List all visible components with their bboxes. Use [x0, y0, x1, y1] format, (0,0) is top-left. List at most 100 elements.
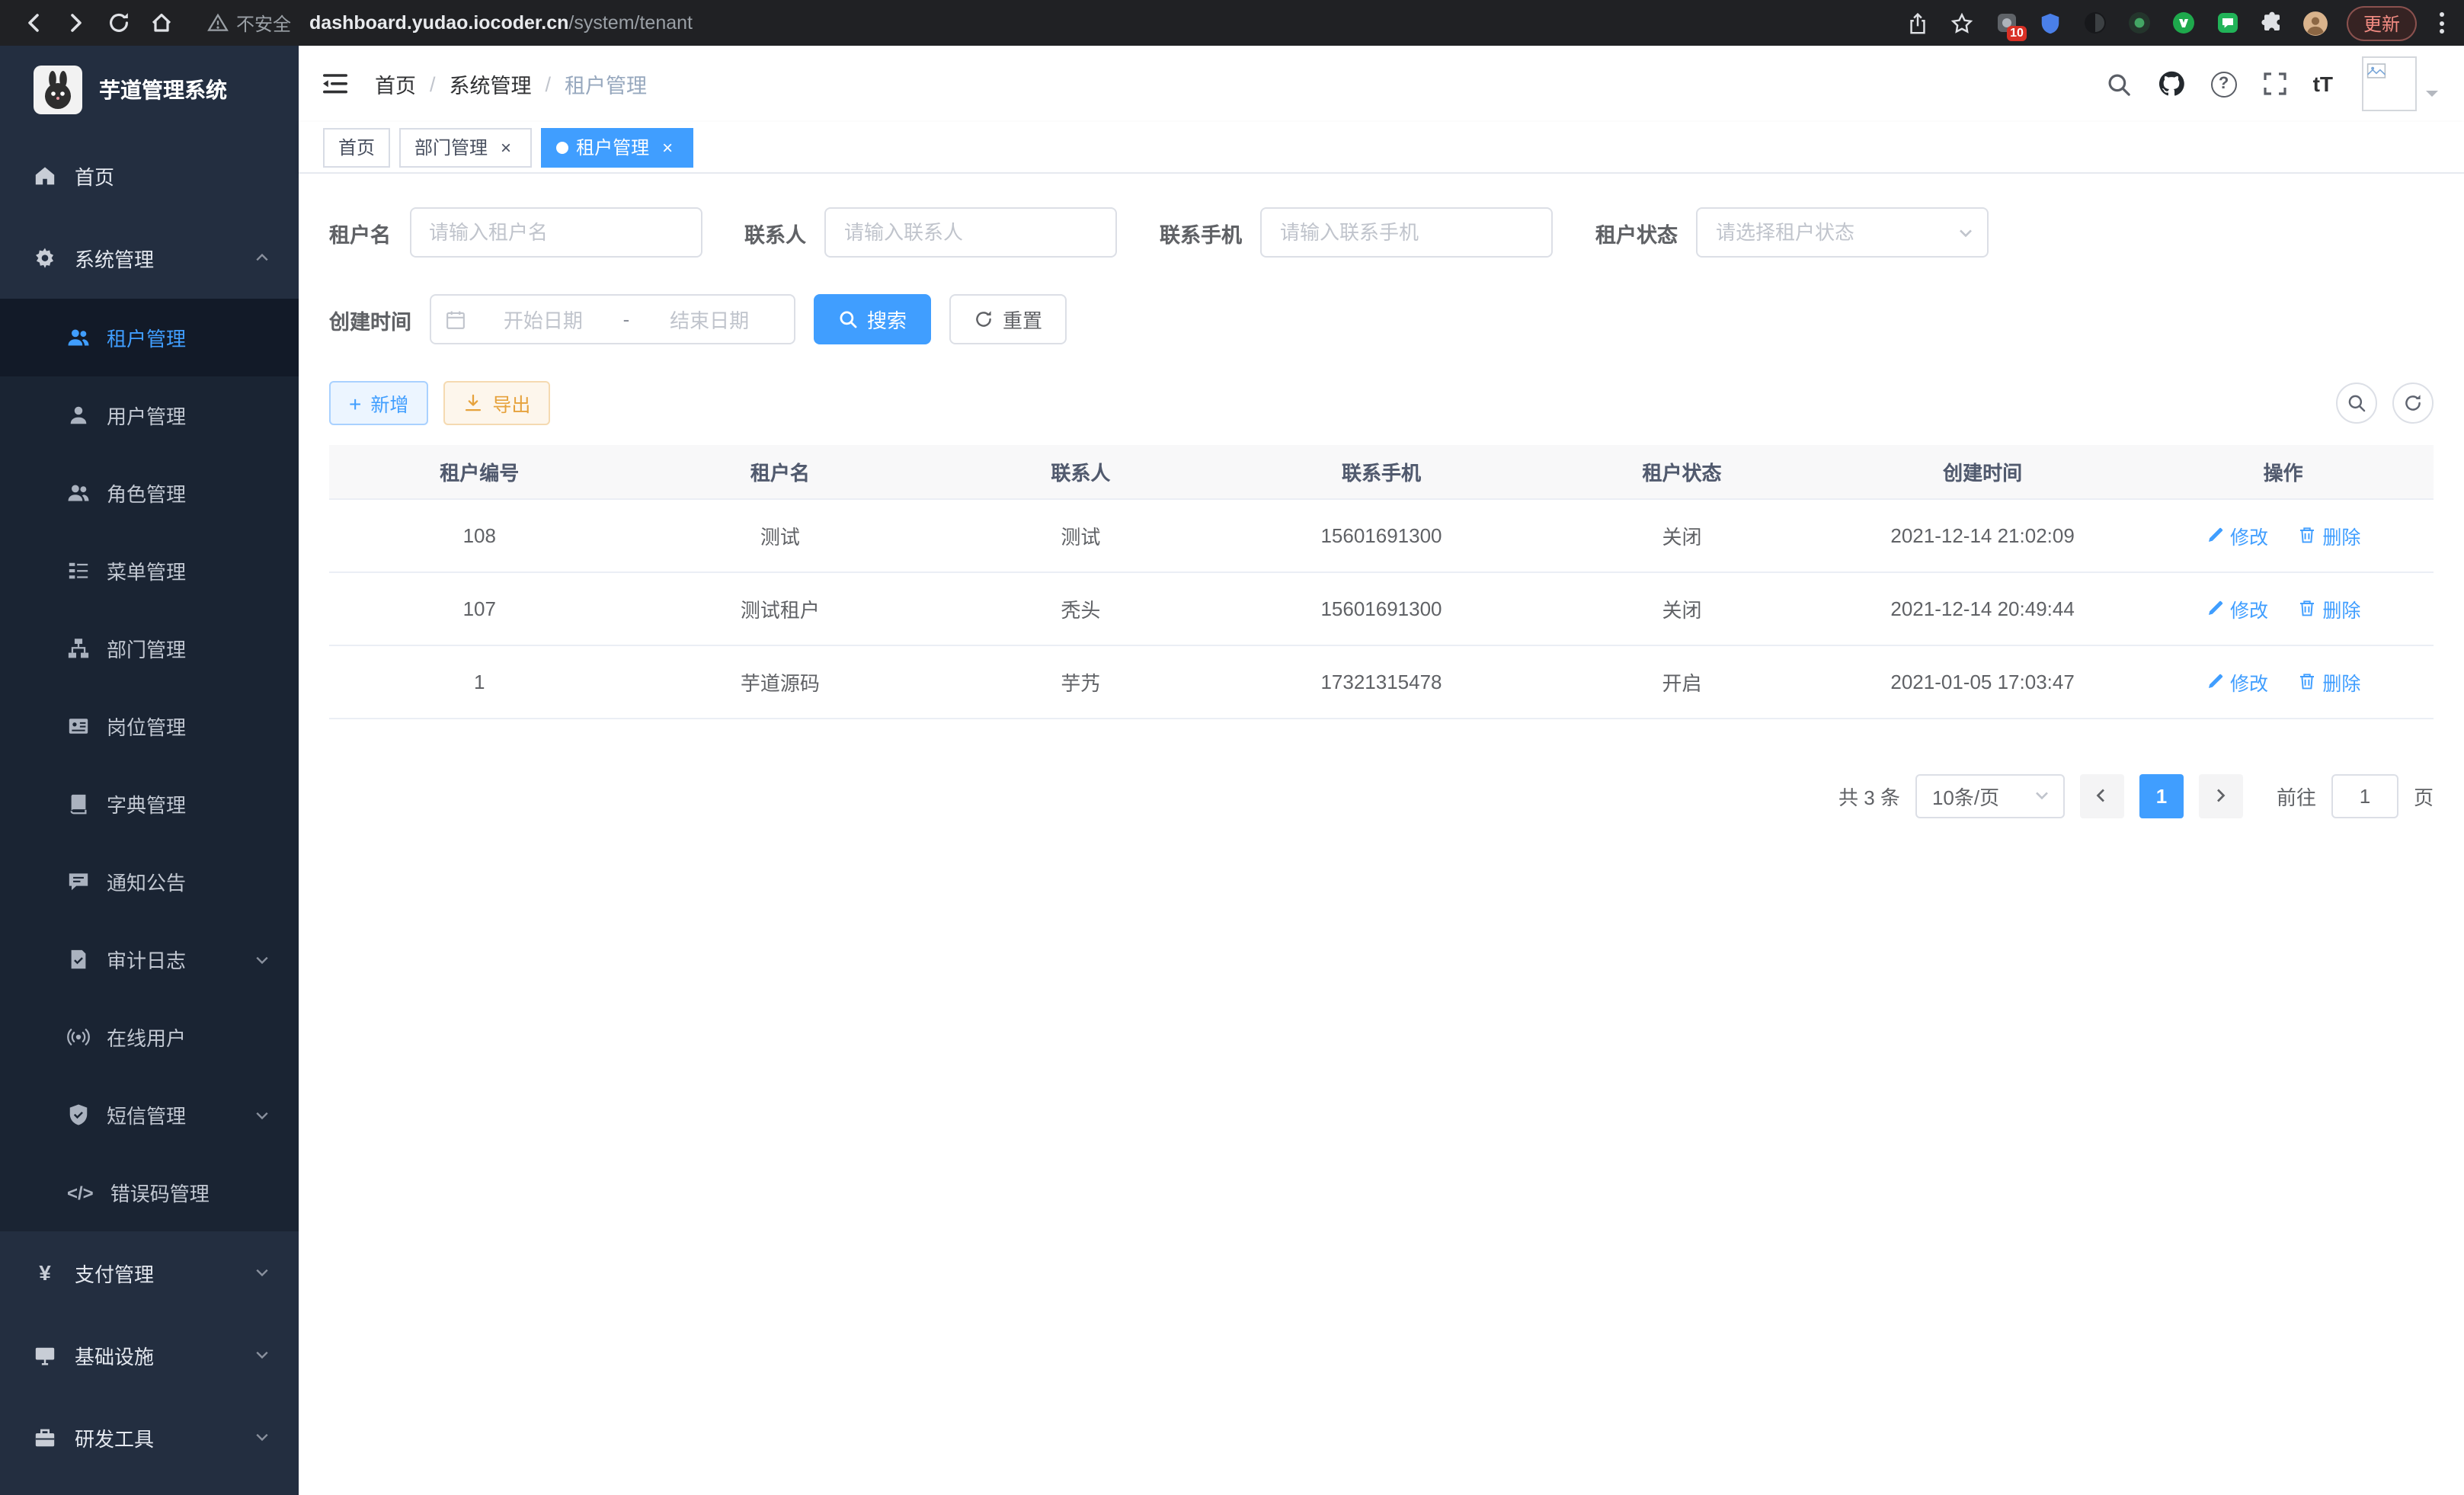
date-end-placeholder[interactable]: 结束日期: [638, 305, 780, 334]
chevron-up-icon: [253, 248, 271, 267]
export-button[interactable]: 导出: [443, 381, 550, 425]
tag-dept[interactable]: 部门管理 ×: [399, 127, 532, 167]
sidebar-item-label: 角色管理: [107, 479, 186, 507]
tag-home[interactable]: 首页: [323, 127, 390, 167]
cell-actions: 修改 删除: [2133, 498, 2434, 571]
date-start-placeholder[interactable]: 开始日期: [472, 305, 614, 334]
sidebar-group-label: 基础设施: [75, 1340, 154, 1369]
chevron-down-icon: [1957, 223, 1975, 242]
page-size-value: 10条/页: [1932, 781, 1999, 810]
help-icon[interactable]: ?: [2211, 71, 2237, 97]
reset-button[interactable]: 重置: [949, 294, 1067, 344]
goto-label: 前往: [2277, 781, 2316, 810]
next-page-button[interactable]: [2199, 773, 2243, 818]
cell-mobile: 15601691300: [1231, 498, 1532, 571]
sidebar-item-label: 租户管理: [107, 323, 186, 352]
edit-button[interactable]: 修改: [2206, 594, 2268, 623]
sidebar-item-label: 部门管理: [107, 634, 186, 663]
extension-icon-3[interactable]: [2078, 6, 2112, 40]
fullscreen-icon[interactable]: [2263, 72, 2287, 96]
broken-image-icon: [2366, 61, 2386, 81]
forward-icon[interactable]: [55, 3, 98, 43]
tag-tenant-active[interactable]: 租户管理 ×: [541, 127, 693, 167]
delete-button[interactable]: 删除: [2298, 520, 2360, 549]
extension-icon-6[interactable]: [2211, 6, 2245, 40]
page-number-button[interactable]: 1: [2139, 773, 2184, 818]
sidebar-group-system[interactable]: 系统管理: [0, 216, 299, 299]
security-indicator[interactable]: 不安全: [207, 10, 291, 36]
sidebar-group-dev-tools[interactable]: 研发工具: [0, 1396, 299, 1478]
col-contact: 联系人: [930, 445, 1231, 498]
close-icon[interactable]: ×: [657, 136, 678, 158]
page-size-select[interactable]: 10条/页: [1915, 773, 2065, 818]
audit-doc-icon: [67, 948, 90, 971]
extension-icon-4[interactable]: [2123, 6, 2156, 40]
browser-profile-avatar[interactable]: [2299, 6, 2333, 40]
sidebar-group-pay[interactable]: ¥ 支付管理: [0, 1231, 299, 1314]
sidebar-item-post[interactable]: 岗位管理: [0, 687, 299, 765]
edit-button[interactable]: 修改: [2206, 667, 2268, 696]
cell-tenant-id: 108: [329, 498, 630, 571]
sidebar-item-error-code[interactable]: </> 错误码管理: [0, 1154, 299, 1231]
book-icon: [67, 792, 90, 815]
extensions-puzzle-icon[interactable]: [2255, 6, 2289, 40]
browser-update-button[interactable]: 更新: [2347, 5, 2417, 40]
sidebar-group-infra[interactable]: 基础设施: [0, 1314, 299, 1396]
sidebar-group-audit-log[interactable]: 审计日志: [0, 920, 299, 998]
sidebar-item-tenant[interactable]: 租户管理: [0, 299, 299, 376]
chat-bubble-icon: [67, 870, 90, 893]
status-select[interactable]: [1696, 207, 1989, 258]
extension-icon-1[interactable]: 10: [1990, 6, 2024, 40]
breadcrumb-system[interactable]: 系统管理: [450, 69, 532, 99]
reload-icon[interactable]: [98, 3, 140, 43]
sidebar-item-home[interactable]: 首页: [0, 134, 299, 216]
sidebar-item-dict[interactable]: 字典管理: [0, 765, 299, 843]
delete-button[interactable]: 删除: [2298, 594, 2360, 623]
home-icon[interactable]: [140, 3, 183, 43]
avatar: [2362, 56, 2417, 111]
filter-mobile: 联系手机: [1160, 207, 1553, 258]
sidebar-item-user[interactable]: 用户管理: [0, 376, 299, 454]
search-icon[interactable]: [2106, 71, 2132, 97]
sidebar-item-dept[interactable]: 部门管理: [0, 610, 299, 687]
breadcrumb-home[interactable]: 首页: [375, 69, 416, 99]
url-bar[interactable]: dashboard.yudao.iocoder.cn/system/tenant: [309, 12, 1902, 34]
refresh-table-button[interactable]: [2392, 383, 2434, 424]
extension-icon-5[interactable]: [2167, 6, 2200, 40]
sidebar-item-notice[interactable]: 通知公告: [0, 843, 299, 920]
sidebar-item-role[interactable]: 角色管理: [0, 454, 299, 532]
sidebar-item-menu[interactable]: 菜单管理: [0, 532, 299, 610]
user-avatar-menu[interactable]: [2362, 56, 2440, 111]
status-select-input[interactable]: [1696, 207, 1989, 258]
tenant-name-input[interactable]: [409, 207, 702, 258]
contact-input[interactable]: [824, 207, 1117, 258]
sidebar-item-online-user[interactable]: 在线用户: [0, 998, 299, 1076]
bookmark-star-icon[interactable]: [1946, 6, 1979, 40]
search-button[interactable]: 搜索: [814, 294, 931, 344]
cell-tenant-name: 芋道源码: [630, 645, 931, 718]
field-label: 联系手机: [1160, 217, 1242, 248]
delete-button[interactable]: 删除: [2298, 667, 2360, 696]
prev-page-button[interactable]: [2080, 773, 2124, 818]
browser-menu-icon[interactable]: [2430, 6, 2452, 40]
app-logo[interactable]: 芋道管理系统: [0, 46, 299, 134]
share-icon[interactable]: [1902, 6, 1935, 40]
toggle-search-button[interactable]: [2336, 383, 2377, 424]
sidebar-submenu-system: 租户管理 用户管理 角色管理: [0, 299, 299, 1231]
add-button[interactable]: + 新增: [329, 381, 428, 425]
extension-icon-2[interactable]: [2034, 6, 2068, 40]
cell-contact: 芋艿: [930, 645, 1231, 718]
sidebar-group-sms[interactable]: 短信管理: [0, 1076, 299, 1154]
cell-tenant-name: 测试: [630, 498, 931, 571]
edit-button[interactable]: 修改: [2206, 520, 2268, 549]
back-icon[interactable]: [12, 3, 55, 43]
close-icon[interactable]: ×: [495, 136, 517, 158]
cell-contact: 秃头: [930, 571, 1231, 645]
github-icon[interactable]: [2158, 70, 2185, 98]
goto-page-input[interactable]: [2331, 773, 2398, 818]
mobile-input[interactable]: [1260, 207, 1553, 258]
date-range-picker[interactable]: 开始日期 - 结束日期: [430, 294, 795, 344]
font-size-icon[interactable]: tT: [2313, 72, 2333, 96]
cell-status: 关闭: [1531, 571, 1832, 645]
sidebar-collapse-icon[interactable]: [323, 72, 350, 96]
